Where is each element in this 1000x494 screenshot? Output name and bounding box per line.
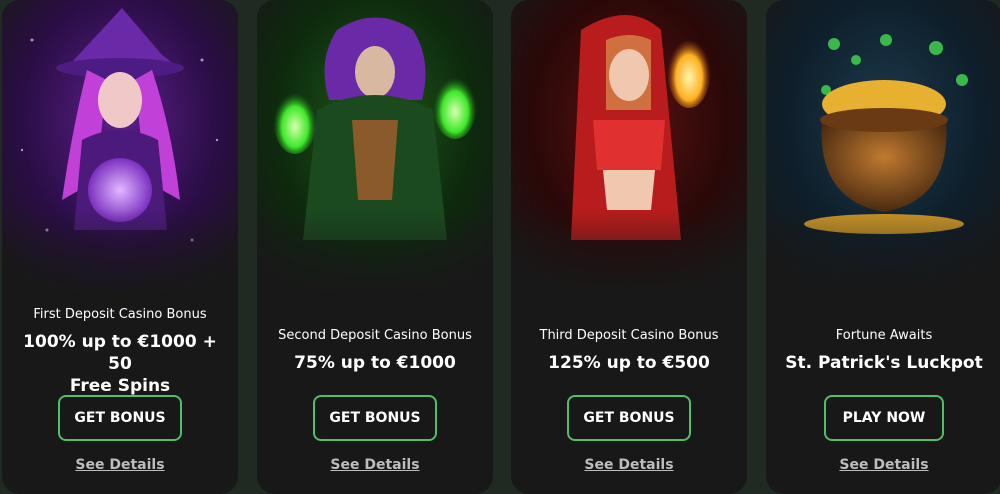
- sorceress-illustration: [257, 0, 493, 300]
- pot-of-gold-illustration: [766, 0, 1000, 300]
- see-details-link[interactable]: See Details: [257, 457, 493, 473]
- play-now-button[interactable]: PLAY NOW: [824, 395, 944, 441]
- get-bonus-button[interactable]: GET BONUS: [313, 395, 437, 441]
- bonus-title-line1: 100% up to €1000 + 50: [23, 332, 217, 374]
- bonus-subtitle: Third Deposit Casino Bonus: [539, 328, 719, 343]
- bonus-title: 75% up to €1000: [294, 353, 456, 373]
- fire-mage-illustration: [511, 0, 747, 300]
- bonus-title: 125% up to €500: [548, 353, 710, 373]
- see-details-link[interactable]: See Details: [511, 457, 747, 473]
- bonus-title: St. Patrick's Luckpot: [785, 353, 983, 373]
- bonus-card-third-deposit: Third Deposit Casino Bonus 125% up to €5…: [511, 0, 747, 494]
- get-bonus-button[interactable]: GET BONUS: [567, 395, 691, 441]
- see-details-link[interactable]: See Details: [2, 457, 238, 473]
- see-details-link[interactable]: See Details: [766, 457, 1000, 473]
- bonus-subtitle: First Deposit Casino Bonus: [33, 307, 207, 322]
- bonus-title-line2: Free Spins: [69, 376, 171, 396]
- get-bonus-button[interactable]: GET BONUS: [58, 395, 182, 441]
- bonus-subtitle: Fortune Awaits: [835, 328, 933, 343]
- bonus-subtitle: Second Deposit Casino Bonus: [278, 328, 472, 343]
- bonus-card-first-deposit: First Deposit Casino Bonus 100% up to €1…: [2, 0, 238, 494]
- bonus-card-luckpot: Fortune Awaits St. Patrick's Luckpot PLA…: [766, 0, 1000, 494]
- bonus-card-second-deposit: Second Deposit Casino Bonus 75% up to €1…: [257, 0, 493, 494]
- witch-illustration: [2, 0, 238, 300]
- bonus-title: 100% up to €1000 + 50 Free Spins: [10, 331, 230, 397]
- bonus-cards: First Deposit Casino Bonus 100% up to €1…: [0, 0, 1000, 494]
